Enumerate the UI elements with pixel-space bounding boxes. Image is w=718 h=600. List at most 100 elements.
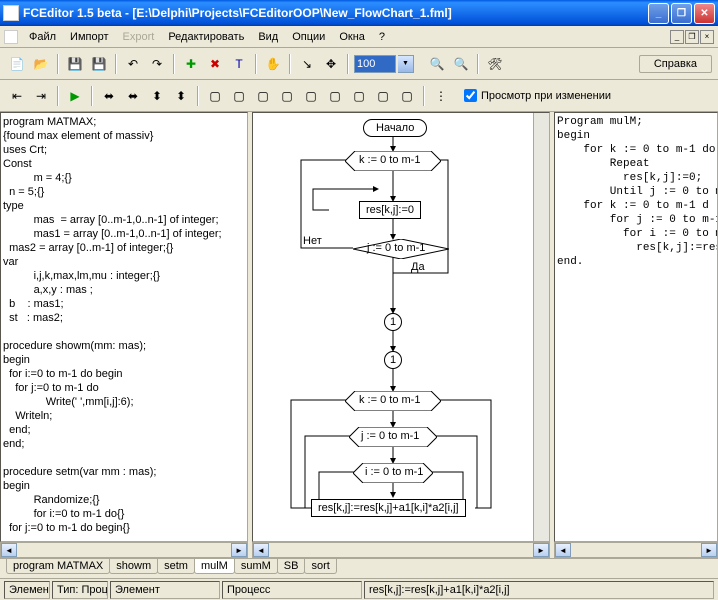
settings-icon[interactable]: 🛠 [484, 53, 506, 75]
tab-setm[interactable]: setm [157, 559, 195, 574]
tab-sb[interactable]: SB [277, 559, 306, 574]
tab-mulm[interactable]: mulM [194, 559, 235, 574]
mdi-controls: _ ❐ × [670, 30, 714, 44]
source-pane-left[interactable]: program MATMAX; {found max element of ma… [0, 112, 248, 542]
zoom-input[interactable] [354, 55, 396, 73]
separator [173, 54, 175, 74]
separator [477, 54, 479, 74]
fc-mul[interactable]: res[k,j]:=res[k,j]+a1[k,i]*a2[i,j] [311, 499, 466, 517]
source-pane-right[interactable]: Program mulM; begin for k := 0 to m-1 do… [554, 112, 718, 542]
fc-conn-1[interactable]: 1 [384, 313, 402, 331]
preview-check-input[interactable] [464, 89, 477, 102]
fc-j-loop2[interactable]: j := 0 to m-1 [361, 430, 419, 442]
tab-summ[interactable]: sumM [234, 559, 278, 574]
fc-i-loop[interactable]: i := 0 to m-1 [365, 466, 423, 478]
hscroll-mid[interactable]: ◄► [252, 542, 550, 558]
window-title: FCEditor 1.5 beta - [E:\Delphi\Projects\… [23, 6, 648, 20]
separator [289, 54, 291, 74]
hscroll-right[interactable]: ◄► [554, 542, 718, 558]
add-icon[interactable]: ✚ [180, 53, 202, 75]
insert-below-icon[interactable]: ⬍ [170, 85, 192, 107]
insert-left-icon[interactable]: ⬌ [98, 85, 120, 107]
menu-file[interactable]: Файл [22, 29, 63, 45]
status-elem: Элемент [4, 581, 50, 599]
insert-right-icon[interactable]: ⬌ [122, 85, 144, 107]
close-button[interactable]: ✕ [694, 3, 715, 24]
tabs-bar: program MATMAX showm setm mulM sumM SB s… [0, 558, 718, 578]
align9-icon[interactable]: ▢ [396, 85, 418, 107]
mdi-restore[interactable]: ❐ [685, 30, 699, 44]
status-bar: Элемент Тип: Проц Элемент Процесс res[k,… [0, 578, 718, 600]
open-icon[interactable]: 📂 [30, 53, 52, 75]
hscroll-left[interactable]: ◄► [0, 542, 248, 558]
undo-icon[interactable]: ↶ [122, 53, 144, 75]
menu-view[interactable]: Вид [251, 29, 285, 45]
status-elem2: Элемент [110, 581, 220, 599]
tab-showm[interactable]: showm [109, 559, 158, 574]
step-fwd-icon[interactable]: ⇥ [30, 85, 52, 107]
fc-j-loop[interactable]: j := 0 to m-1 [367, 242, 425, 254]
mdi-close[interactable]: × [700, 30, 714, 44]
redo-icon[interactable]: ↷ [146, 53, 168, 75]
menu-windows[interactable]: Окна [332, 29, 372, 45]
left-code: program MATMAX; {found max element of ma… [3, 115, 245, 535]
separator [423, 86, 425, 106]
separator [91, 86, 93, 106]
fc-conn-2[interactable]: 1 [384, 351, 402, 369]
fc-k-loop[interactable]: k := 0 to m-1 [359, 154, 420, 166]
menu-export: Export [116, 29, 162, 45]
align7-icon[interactable]: ▢ [348, 85, 370, 107]
status-process: Процесс [222, 581, 362, 599]
right-code: Program mulM; begin for k := 0 to m-1 do… [557, 115, 715, 269]
separator [57, 54, 59, 74]
zoom-dropdown[interactable]: ▼ [398, 55, 414, 73]
fc-k-loop2[interactable]: k := 0 to m-1 [359, 394, 420, 406]
align1-icon[interactable]: ▢ [204, 85, 226, 107]
tab-program-matmax[interactable]: program MATMAX [6, 559, 110, 574]
help-button[interactable]: Справка [639, 55, 712, 73]
align6-icon[interactable]: ▢ [324, 85, 346, 107]
menu-import[interactable]: Импорт [63, 29, 115, 45]
status-expr: res[k,j]:=res[k,j]+a1[k,i]*a2[i,j] [364, 581, 714, 599]
menu-bar: Файл Импорт Export Редактировать Вид Опц… [0, 26, 718, 48]
zoom-in-icon[interactable]: 🔍 [426, 53, 448, 75]
fc-yes: Да [411, 261, 425, 273]
zoom-out-icon[interactable]: 🔍 [450, 53, 472, 75]
separator [255, 54, 257, 74]
window-controls: _ ❐ ✕ [648, 3, 715, 24]
menu-help[interactable]: ? [372, 29, 392, 45]
preview-checkbox[interactable]: Просмотр при изменении [464, 89, 611, 102]
grid-icon[interactable]: ⋮ [430, 85, 452, 107]
step-back-icon[interactable]: ⇤ [6, 85, 28, 107]
toolbar-flowchart: ⇤ ⇥ ▶ ⬌ ⬌ ⬍ ⬍ ▢ ▢ ▢ ▢ ▢ ▢ ▢ ▢ ▢ ⋮ Просмо… [0, 80, 718, 112]
text-icon[interactable]: T [228, 53, 250, 75]
tab-sort[interactable]: sort [304, 559, 336, 574]
separator [347, 54, 349, 74]
toolbar-main: 📄 📂 💾 💾 ↶ ↷ ✚ ✖ T ✋ ↘ ✥ ▼ 🔍 🔍 🛠 Справка [0, 48, 718, 80]
align2-icon[interactable]: ▢ [228, 85, 250, 107]
menu-options[interactable]: Опции [285, 29, 332, 45]
align5-icon[interactable]: ▢ [300, 85, 322, 107]
align3-icon[interactable]: ▢ [252, 85, 274, 107]
align8-icon[interactable]: ▢ [372, 85, 394, 107]
new-icon[interactable]: 📄 [6, 53, 28, 75]
maximize-button[interactable]: ❐ [671, 3, 692, 24]
delete-icon[interactable]: ✖ [204, 53, 226, 75]
fc-res0[interactable]: res[k,j]:=0 [359, 201, 421, 219]
menu-edit[interactable]: Редактировать [161, 29, 251, 45]
arrow-icon[interactable]: ↘ [296, 53, 318, 75]
insert-above-icon[interactable]: ⬍ [146, 85, 168, 107]
save-icon[interactable]: 💾 [64, 53, 86, 75]
hand-icon[interactable]: ✋ [262, 53, 284, 75]
align4-icon[interactable]: ▢ [276, 85, 298, 107]
mdi-minimize[interactable]: _ [670, 30, 684, 44]
minimize-button[interactable]: _ [648, 3, 669, 24]
flowchart-pane[interactable]: Начало k := 0 to m-1 res[k,j]:=0 j := 0 … [252, 112, 550, 542]
flowchart-scrollbar-v[interactable] [533, 113, 549, 541]
app-icon [3, 5, 19, 21]
saveall-icon[interactable]: 💾 [88, 53, 110, 75]
run-icon[interactable]: ▶ [64, 85, 86, 107]
fc-start[interactable]: Начало [363, 119, 427, 137]
hscroll-row: ◄► ◄► ◄► [0, 542, 718, 558]
crosshair-icon[interactable]: ✥ [320, 53, 342, 75]
